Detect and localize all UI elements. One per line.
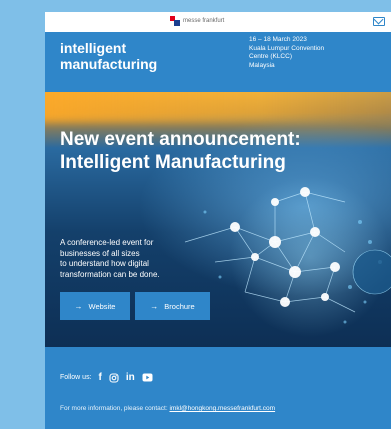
- event-logo-title: intelligent manufacturing: [60, 40, 157, 72]
- website-button-label: Website: [88, 301, 116, 311]
- hero-desc-line-3: to understand how digital: [60, 259, 149, 268]
- hero-desc-line-1: A conference-led event for: [60, 238, 154, 247]
- email-container: messe frankfurt intelligent manufacturin…: [45, 12, 391, 429]
- event-info: 16 – 18 March 2023 Kuala Lumpur Conventi…: [249, 36, 379, 70]
- contact-info: For more information, please contact: im…: [60, 405, 275, 412]
- title-line-1: intelligent: [60, 40, 127, 56]
- facebook-icon[interactable]: f: [99, 372, 102, 383]
- hero-description: A conference-led event for businesses of…: [60, 238, 190, 280]
- arrow-right-icon: →: [74, 301, 83, 311]
- mail-icon[interactable]: [373, 17, 385, 26]
- hero-banner: New event announcement: Intelligent Manu…: [45, 92, 391, 347]
- website-button[interactable]: → Website: [60, 292, 130, 320]
- hero-desc-line-4: transformation can be done.: [60, 269, 160, 279]
- messe-frankfurt-logo-icon: [170, 16, 180, 26]
- contact-text: For more information, please contact:: [60, 405, 168, 412]
- top-bar: messe frankfurt: [45, 12, 391, 32]
- brand-logo[interactable]: messe frankfurt: [170, 16, 224, 26]
- header-band: intelligent manufacturing 16 – 18 March …: [45, 32, 391, 92]
- arrow-right-icon: →: [150, 301, 159, 311]
- follow-label: Follow us:: [60, 374, 92, 381]
- hero-title: New event announcement: Intelligent Manu…: [60, 128, 390, 174]
- event-venue-line-2: Centre (KLCC): [249, 53, 292, 60]
- youtube-icon[interactable]: [142, 373, 153, 382]
- social-follow: Follow us: f in: [60, 372, 153, 383]
- linkedin-icon[interactable]: in: [126, 372, 135, 383]
- event-venue-line-1: Kuala Lumpur Convention: [249, 44, 325, 52]
- event-date: 16 – 18 March 2023: [249, 36, 307, 43]
- contact-email-link[interactable]: imkl@hongkong.messefrankfurt.com: [169, 405, 275, 412]
- hero-desc-line-2: businesses of all sizes: [60, 248, 140, 258]
- event-country: Malaysia: [249, 61, 275, 69]
- brand-name: messe frankfurt: [183, 18, 225, 24]
- brochure-button[interactable]: → Brochure: [135, 292, 210, 320]
- hero-title-line-1: New event announcement:: [60, 129, 301, 150]
- hero-title-line-2: Intelligent Manufacturing: [60, 152, 286, 173]
- title-line-2: manufacturing: [60, 56, 158, 72]
- instagram-icon[interactable]: [109, 372, 119, 383]
- brochure-button-label: Brochure: [164, 301, 195, 311]
